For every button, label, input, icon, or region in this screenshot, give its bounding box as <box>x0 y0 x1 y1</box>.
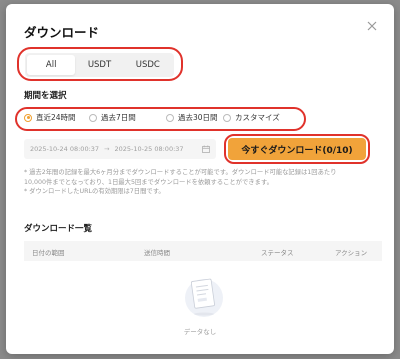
radio-label: カスタマイズ <box>235 113 280 122</box>
download-list-header: 日付の範囲 送信時間 ステータス アクション <box>24 241 382 261</box>
radio-label: 直近24時間 <box>36 113 76 122</box>
column-status: ステータス <box>261 249 294 257</box>
radio-dot <box>24 113 32 122</box>
calendar-icon <box>202 145 210 153</box>
radio-label: 過去7日間 <box>101 113 136 122</box>
radio-dot <box>166 113 174 122</box>
empty-state-text: データなし <box>183 328 217 336</box>
date-range-picker[interactable]: 2025-10-24 08:00:37 → 2025-10-25 08:00:3… <box>24 139 216 159</box>
note-line: 10,000件までとなっており、1日最大5回までダウンロードを依頼することができ… <box>24 178 273 186</box>
tab-usdc[interactable]: USDC <box>124 55 172 75</box>
radio-custom[interactable]: カスタマイズ <box>223 112 303 123</box>
tab-all[interactable]: All <box>27 55 76 75</box>
radio-last-24h[interactable]: 直近24時間 <box>24 112 89 123</box>
download-dialog: ダウンロード All USDT USDC 期間を選択 直近24時間 過去7日間 … <box>6 4 394 354</box>
note-line: * ダウンロードしたURLの有効期限は7日間です。 <box>24 188 165 195</box>
radio-last-7d[interactable]: 過去7日間 <box>89 112 166 123</box>
asset-tabs: All USDT USDC <box>25 53 174 77</box>
date-start: 2025-10-24 08:00:37 <box>30 145 100 153</box>
note-line: * 過去2年間の記録を最大6ヶ月分までダウンロードすることが可能です。ダウンロー… <box>24 169 337 176</box>
radio-last-30d[interactable]: 過去30日間 <box>166 112 223 123</box>
radio-dot <box>89 113 97 122</box>
radio-label: 過去30日間 <box>178 113 218 122</box>
close-icon[interactable] <box>364 18 380 34</box>
period-label: 期間を選択 <box>24 91 67 101</box>
radio-dot <box>223 113 231 122</box>
column-action: アクション <box>335 249 368 257</box>
dialog-title: ダウンロード <box>24 25 100 40</box>
date-end: 2025-10-25 08:00:37 <box>114 145 184 153</box>
column-sent-time: 送信時間 <box>144 249 170 257</box>
column-date-range: 日付の範囲 <box>32 249 65 257</box>
arrow-right-icon: → <box>104 145 110 153</box>
download-now-button[interactable]: 今すぐダウンロード(0/10) <box>228 138 366 160</box>
tab-usdt[interactable]: USDT <box>75 55 123 75</box>
period-options: 直近24時間 過去7日間 過去30日間 カスタマイズ <box>24 112 303 123</box>
download-list-title: ダウンロード一覧 <box>24 224 93 234</box>
empty-document-icon <box>185 278 223 317</box>
notes: * 過去2年間の記録を最大6ヶ月分までダウンロードすることが可能です。ダウンロー… <box>24 168 369 197</box>
